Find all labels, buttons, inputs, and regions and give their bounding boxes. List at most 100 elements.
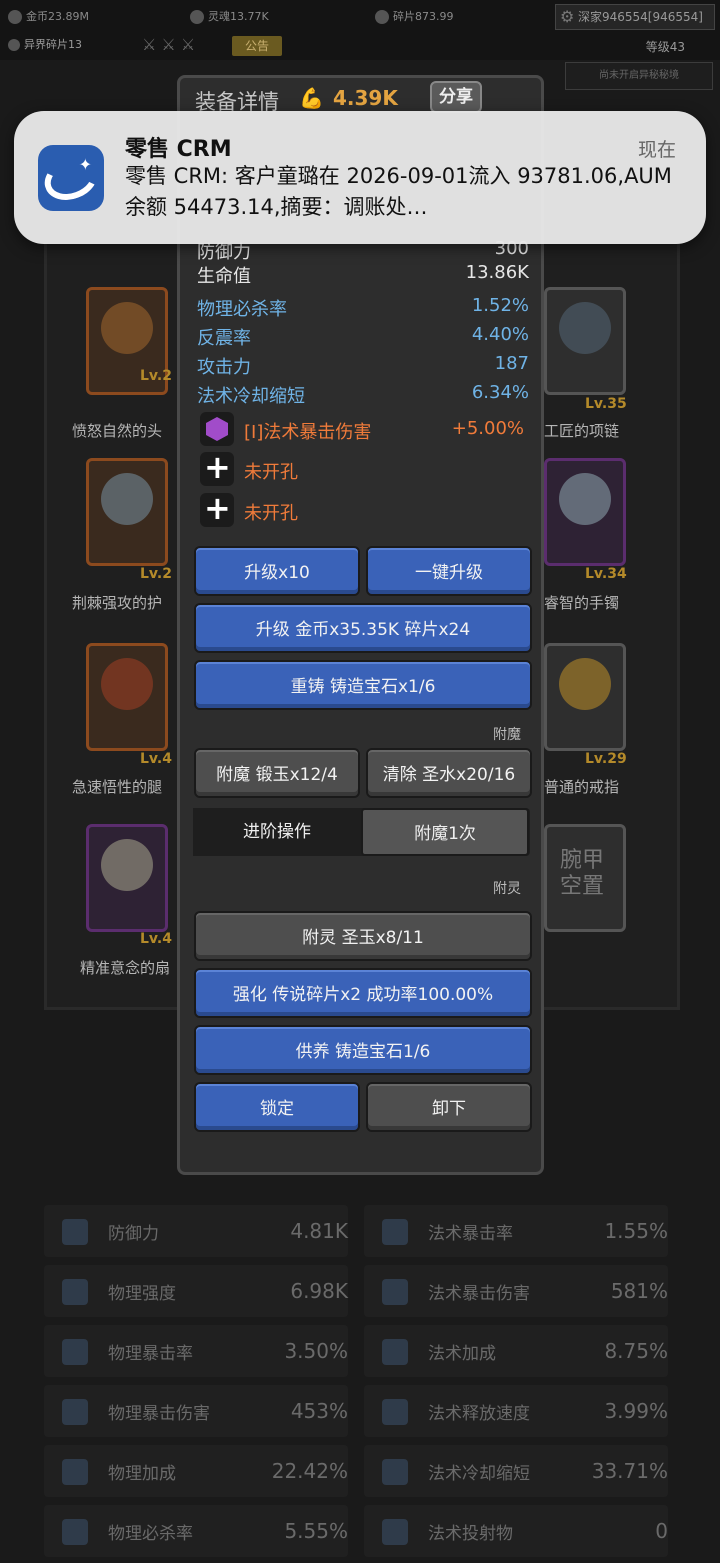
- plus-icon: +: [204, 489, 231, 527]
- physical-crit-damage-icon: [62, 1399, 88, 1425]
- lock-button[interactable]: 锁定: [194, 1082, 360, 1132]
- gold-counter: 金币23.89M: [8, 8, 89, 26]
- equip-slot-legs[interactable]: [86, 643, 168, 751]
- equip-name: 工匠的项链: [544, 422, 620, 440]
- stat-cell: 法术投射物 0: [364, 1505, 668, 1557]
- strengthen-button[interactable]: 强化 传说碎片x2 成功率100.00%: [194, 968, 532, 1018]
- shard-icon: [375, 10, 389, 24]
- gem-socket[interactable]: +: [200, 448, 234, 486]
- equip-level: Lv.35: [585, 396, 627, 412]
- crm-app-icon: ✦: [38, 145, 104, 211]
- gem-value: +5.00%: [451, 418, 524, 439]
- gem-label: 未开孔: [244, 462, 298, 483]
- otherworld-shard-counter: 异界碎片13: [8, 34, 82, 56]
- notification-app-name: 零售 CRM: [125, 137, 232, 162]
- spirit-section-label: 附灵: [493, 881, 521, 897]
- equip-level: Lv.4: [140, 751, 172, 767]
- equip-slot-ring[interactable]: [544, 643, 626, 751]
- notification-time: 现在: [637, 139, 676, 161]
- physical-crit-icon: [62, 1339, 88, 1365]
- soul-counter: 灵魂13.77K: [190, 8, 269, 26]
- shard-counter: 碎片873.99: [375, 8, 454, 26]
- combat-power: 4.39K: [333, 86, 398, 110]
- plus-icon: +: [204, 448, 231, 486]
- gem-label: [I]法术暴击伤害: [244, 422, 372, 443]
- stat-cell: 法术释放速度 3.99%: [364, 1385, 668, 1437]
- bracelet-icon: [559, 473, 611, 525]
- equip-slot-chest[interactable]: [86, 458, 168, 566]
- gem-socket[interactable]: [200, 412, 234, 446]
- cooldown-icon: [382, 1459, 408, 1485]
- player-id-box[interactable]: ⚙ 深家946554[946554]: [555, 4, 715, 30]
- spell-bonus-icon: [382, 1339, 408, 1365]
- buff-icons[interactable]: ⚔ ⚔ ⚔: [142, 34, 195, 56]
- armor-icon: [101, 473, 153, 525]
- wrist-empty-label: 腕甲空置: [559, 848, 604, 899]
- equip-slot-weapon[interactable]: [86, 824, 168, 932]
- enchant-section-label: 附魔: [493, 727, 521, 743]
- ring-icon: [559, 658, 611, 710]
- stat-cell: 法术暴击率 1.55%: [364, 1205, 668, 1257]
- gem-label: 未开孔: [244, 503, 298, 524]
- helmet-icon: [101, 302, 153, 354]
- physical-strength-icon: [62, 1279, 88, 1305]
- operation-tab-bar: 进阶操作 附魔1次: [193, 808, 530, 856]
- gear-icon[interactable]: ⚙: [560, 8, 574, 26]
- necklace-icon: [559, 302, 611, 354]
- stat-cell: 物理必杀率 5.55%: [44, 1505, 348, 1557]
- player-level: 等级43: [645, 40, 685, 54]
- equip-slot-bracelet[interactable]: [544, 458, 626, 566]
- fan-icon: [101, 839, 153, 891]
- boots-icon: [101, 658, 153, 710]
- defense-icon: [62, 1219, 88, 1245]
- stat-row: 生命值 13.86K: [197, 262, 529, 287]
- stat-cell: 法术冷却缩短 33.71%: [364, 1445, 668, 1497]
- upgrade-cost-button[interactable]: 升级 金币x35.35K 碎片x24: [194, 603, 532, 653]
- stat-row: 攻击力 187: [197, 353, 529, 378]
- spell-crit-damage-icon: [382, 1279, 408, 1305]
- spirit-button[interactable]: 附灵 圣玉x8/11: [194, 911, 532, 961]
- tab-enchant-once[interactable]: 附魔1次: [361, 808, 529, 856]
- equip-name: 愤怒自然的头: [72, 422, 163, 440]
- equip-level: Lv.2: [140, 566, 172, 582]
- notification-body: 零售 CRM: 客户童璐在 2026-09-01流入 93781.06,AUM余…: [125, 164, 672, 219]
- stat-row: 反震率 4.40%: [197, 324, 529, 349]
- spell-crit-icon: [382, 1219, 408, 1245]
- unequip-button[interactable]: 卸下: [366, 1082, 532, 1132]
- gold-coin-icon: [8, 10, 22, 24]
- projectile-icon: [382, 1519, 408, 1545]
- clear-enchant-button[interactable]: 清除 圣水x20/16: [366, 748, 532, 798]
- stat-cell: 物理强度 6.98K: [44, 1265, 348, 1317]
- stat-row: 法术冷却缩短 6.34%: [197, 382, 529, 407]
- gem-socket[interactable]: +: [200, 489, 234, 527]
- tab-advanced[interactable]: 进阶操作: [193, 808, 361, 856]
- physical-bonus-icon: [62, 1459, 88, 1485]
- stat-cell: 物理加成 22.42%: [44, 1445, 348, 1497]
- upgrade-x10-button[interactable]: 升级x10: [194, 546, 360, 596]
- equip-name: 睿智的手镯: [544, 594, 620, 612]
- stat-row: 物理必杀率 1.52%: [197, 295, 529, 320]
- muscle-icon: 💪: [299, 86, 324, 110]
- equip-name: 精准意念的扇: [80, 959, 171, 977]
- share-button[interactable]: 分享: [430, 81, 482, 113]
- equip-name: 普通的戒指: [544, 778, 620, 796]
- soul-icon: [190, 10, 204, 24]
- announcement-button[interactable]: 公告: [232, 36, 282, 56]
- physical-kill-icon: [62, 1519, 88, 1545]
- push-notification[interactable]: ✦ 零售 CRM 现在 零售 CRM: 客户童璐在 2026-09-01流入 9…: [14, 111, 706, 244]
- equip-slot-necklace[interactable]: [544, 287, 626, 395]
- nourish-button[interactable]: 供养 铸造宝石1/6: [194, 1025, 532, 1075]
- unopened-realm-box[interactable]: 尚未开启异秘秘境: [565, 62, 713, 90]
- stat-cell: 物理暴击率 3.50%: [44, 1325, 348, 1377]
- stat-cell: 法术暴击伤害 581%: [364, 1265, 668, 1317]
- top-resource-bar: 金币23.89M 灵魂13.77K 碎片873.99 ⚙ 深家946554[946…: [0, 0, 720, 60]
- one-click-upgrade-button[interactable]: 一键升级: [366, 546, 532, 596]
- equip-level: Lv.4: [140, 931, 172, 947]
- equip-level: Lv.2: [140, 368, 172, 384]
- otherworld-icon: [8, 39, 20, 51]
- enchant-button[interactable]: 附魔 锻玉x12/4: [194, 748, 360, 798]
- reforge-button[interactable]: 重铸 铸造宝石x1/6: [194, 660, 532, 710]
- cast-speed-icon: [382, 1399, 408, 1425]
- stat-cell: 物理暴击伤害 453%: [44, 1385, 348, 1437]
- stat-cell: 防御力 4.81K: [44, 1205, 348, 1257]
